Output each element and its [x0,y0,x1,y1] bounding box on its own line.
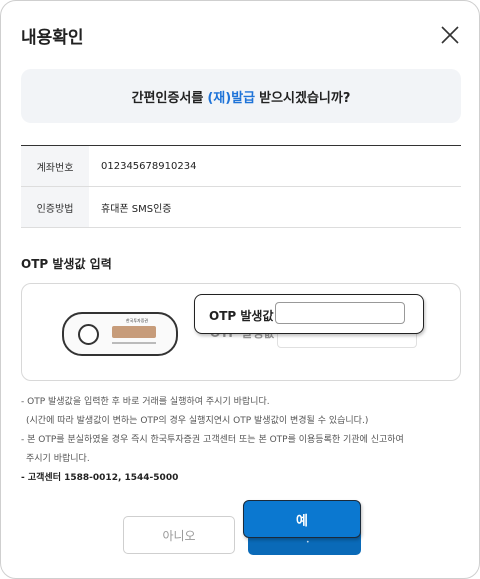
table-row: 인증방법 휴대폰 SMS인증 [21,187,461,228]
otp-field-card: OTP 발생값 [194,294,424,334]
account-number-label: 계좌번호 [21,146,89,186]
info-table: 계좌번호 012345678910234 인증방법 휴대폰 SMS인증 [21,145,461,228]
notice-line: 주시기 바랍니다. [26,454,90,464]
no-button[interactable]: 아니오 [123,516,235,554]
banner-prefix: 간편인증서를 [131,90,204,106]
dialog-title: 내용확인 [21,28,84,48]
otp-device-serial [112,342,156,344]
banner-highlight: (재)발급 [207,90,256,106]
close-icon[interactable] [439,24,461,46]
auth-method-value: 휴대폰 SMS인증 [101,203,172,215]
account-number-value: 012345678910234 [101,160,197,172]
auth-method-label: 인증방법 [21,187,89,227]
otp-device-screen [112,326,156,338]
notice-line: - 본 OTP를 분실하였을 경우 즉시 한국투자증권 고객센터 또는 본 OT… [21,435,404,445]
otp-device-image: 한국투자증권 [62,312,178,356]
yes-shadow-mark: • [306,539,310,546]
otp-section-title: OTP 발생값 입력 [21,257,112,271]
otp-device-brand: 한국투자증권 [126,318,149,323]
otp-device-button [78,324,99,345]
customer-center-info: - 고객센터 1588-0012, 1544-5000 [21,473,179,483]
notice-line: - OTP 발생값을 입력한 후 바로 거래를 실행하여 주시기 바랍니다. [21,397,270,407]
banner-suffix: 받으시겠습니까? [259,90,351,106]
otp-input[interactable] [275,302,405,324]
otp-field-label: OTP 발생값 [209,309,274,323]
notice-line: (시간에 따라 발생값이 변하는 OTP의 경우 실행지연시 OTP 발생값이 … [26,416,369,426]
confirm-question-banner: 간편인증서를 (재)발급 받으시겠습니까? [21,69,461,123]
notice-list: - OTP 발생값을 입력한 후 바로 거래를 실행하여 주시기 바랍니다. (… [21,393,461,488]
otp-input-panel: 한국투자증권 OTP 발생값 OTP 발생값 [21,283,461,381]
confirm-dialog: 내용확인 간편인증서를 (재)발급 받으시겠습니까? 계좌번호 01234567… [0,0,480,579]
yes-button[interactable]: 예 [243,500,361,538]
table-row: 계좌번호 012345678910234 [21,146,461,187]
